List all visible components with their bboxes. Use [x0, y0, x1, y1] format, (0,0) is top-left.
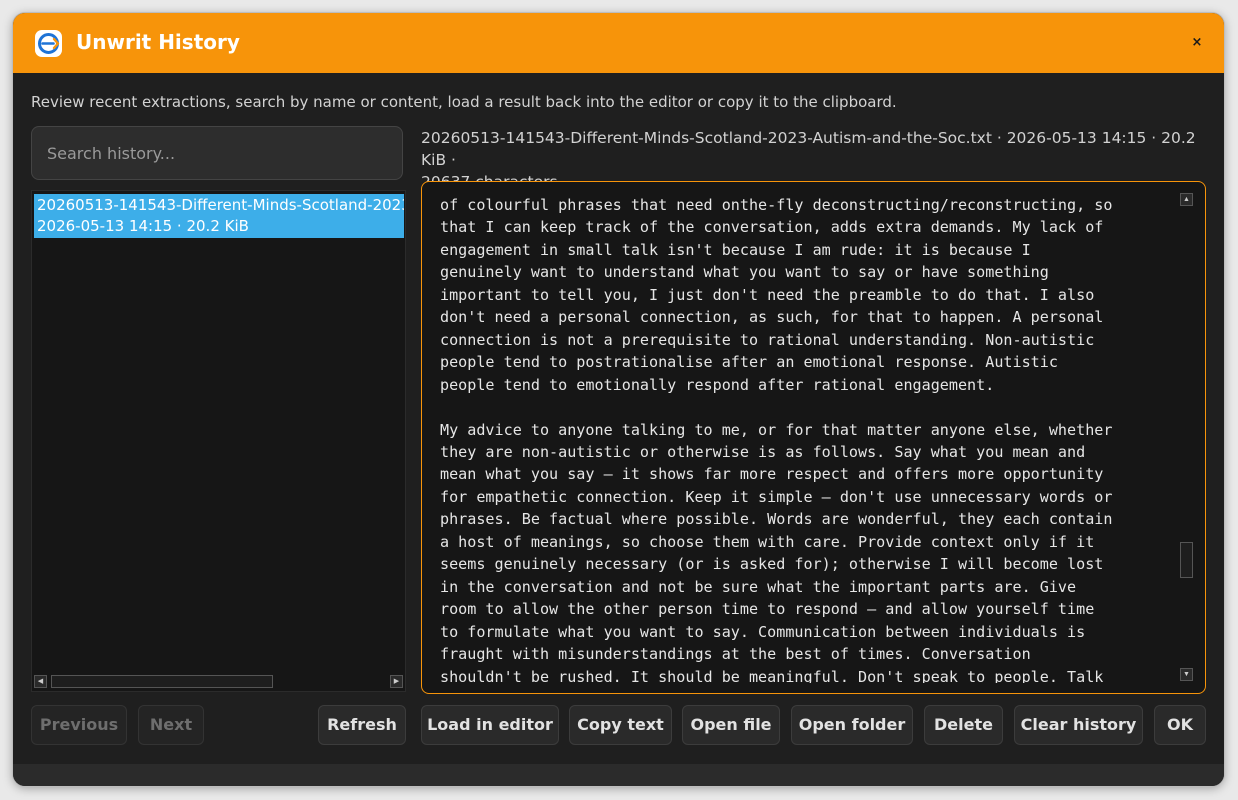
title-bar[interactable]: Unwrit History × — [13, 13, 1224, 73]
previous-button[interactable]: Previous — [31, 705, 127, 745]
horizontal-scrollbar[interactable]: ◀ ▶ — [34, 675, 403, 689]
load-in-editor-button[interactable]: Load in editor — [421, 705, 559, 745]
horizontal-scroll-thumb[interactable] — [51, 675, 273, 688]
dialog-footer — [13, 764, 1224, 786]
history-item-name: 20260513-141543-Different-Minds-Scotland… — [37, 196, 404, 214]
text-preview[interactable]: of colourful phrases that need onthe-fly… — [421, 181, 1206, 694]
copy-text-button[interactable]: Copy text — [569, 705, 672, 745]
history-list[interactable]: 20260513-141543-Different-Minds-Scotland… — [31, 190, 406, 692]
ok-button[interactable]: OK — [1154, 705, 1206, 745]
search-box[interactable] — [31, 126, 403, 180]
vertical-scrollbar[interactable]: ▲ ▼ — [1180, 193, 1194, 681]
history-dialog: Unwrit History × Review recent extractio… — [13, 13, 1224, 786]
dialog-description: Review recent extractions, search by nam… — [31, 93, 897, 111]
delete-button[interactable]: Delete — [924, 705, 1003, 745]
scroll-up-icon[interactable]: ▲ — [1180, 193, 1193, 206]
history-item[interactable]: 20260513-141543-Different-Minds-Scotland… — [34, 194, 404, 238]
scroll-left-icon[interactable]: ◀ — [34, 675, 47, 688]
clear-history-button[interactable]: Clear history — [1014, 705, 1143, 745]
open-file-button[interactable]: Open file — [682, 705, 780, 745]
scroll-right-icon[interactable]: ▶ — [390, 675, 403, 688]
close-button[interactable]: × — [1187, 33, 1207, 53]
window-title: Unwrit History — [76, 30, 240, 54]
refresh-button[interactable]: Refresh — [318, 705, 406, 745]
search-input[interactable] — [32, 127, 402, 179]
scroll-down-icon[interactable]: ▼ — [1180, 668, 1193, 681]
file-info-line: 20260513-141543-Different-Minds-Scotland… — [421, 129, 1196, 169]
history-item-meta: 2026-05-13 14:15 · 20.2 KiB — [37, 217, 249, 235]
text-preview-content[interactable]: of colourful phrases that need onthe-fly… — [440, 194, 1168, 683]
app-logo-icon — [35, 30, 62, 57]
vertical-scroll-thumb[interactable] — [1180, 542, 1193, 578]
open-folder-button[interactable]: Open folder — [791, 705, 913, 745]
next-button[interactable]: Next — [138, 705, 204, 745]
